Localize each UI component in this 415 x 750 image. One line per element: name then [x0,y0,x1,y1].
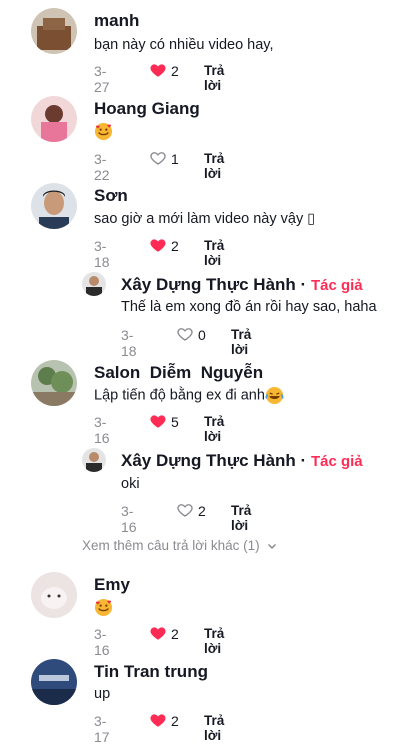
heart-outline-icon[interactable] [149,149,167,167]
avatar[interactable] [31,8,77,54]
heart-filled-icon[interactable] [149,61,167,79]
reply-button[interactable]: Trả lời [204,63,224,93]
comment-author[interactable]: Xây Dựng Thực Hành · Tác giả [121,451,363,471]
like-count: 5 [171,414,179,430]
avatar[interactable] [31,659,77,705]
comment-author[interactable]: Xây Dựng Thực Hành · Tác giả [121,275,363,295]
avatar[interactable] [31,96,77,142]
reply-button[interactable]: Trả lời [204,414,224,444]
comment-text: sao giờ a mới làm video này vậy ▯ [94,211,316,227]
like-count: 2 [198,503,206,519]
comment-date: 3-27 [94,63,110,95]
heart-outline-icon[interactable] [176,325,194,343]
author-badge: Tác giả [310,277,363,294]
comment-author[interactable]: Salon Diễm Nguyễn [94,363,263,383]
comment-author[interactable]: Emy [94,575,130,595]
reply-button[interactable]: Trả lời [204,238,224,268]
comment-text: Lập tiến độ bằng ex đi anh [94,386,284,405]
comment-date: 3-16 [121,503,137,535]
reply-button[interactable]: Trả lời [231,327,251,357]
view-more-replies-button[interactable]: Xem thêm câu trả lời khác (1) [82,538,278,553]
like-count: 2 [171,238,179,254]
like-count: 0 [198,327,206,343]
reply-button[interactable]: Trả lời [204,626,224,656]
comment-date: 3-16 [94,626,110,658]
smiling-face-with-hearts-icon [94,598,113,617]
comment-author[interactable]: manh [94,11,139,31]
heart-filled-icon[interactable] [149,236,167,254]
avatar[interactable] [31,360,77,406]
comment-author[interactable]: Hoang Giang [94,99,200,119]
comment-text: bạn này có nhiều video hay, [94,37,274,53]
comment-date: 3-16 [94,414,110,446]
face-with-tears-of-joy-icon [265,386,284,405]
comment-text: oki [121,476,140,492]
heart-filled-icon[interactable] [149,412,167,430]
avatar[interactable] [82,272,106,296]
comment-date: 3-18 [94,238,110,270]
heart-filled-icon[interactable] [149,624,167,642]
avatar[interactable] [31,572,77,618]
comment-text [94,598,113,617]
reply-button[interactable]: Trả lời [204,151,224,181]
smiling-face-with-hearts-icon [94,122,113,141]
author-badge: Tác giả [310,453,363,470]
chevron-down-icon [268,544,277,550]
like-count: 1 [171,151,179,167]
avatar[interactable] [31,183,77,229]
comment-text: Thế là em xong đồ án rồi hay sao, haha [121,299,377,315]
reply-button[interactable]: Trả lời [204,713,224,743]
like-count: 2 [171,626,179,642]
like-count: 2 [171,63,179,79]
comment-date: 3-18 [121,327,137,359]
comment-date: 3-17 [94,713,110,745]
heart-filled-icon[interactable] [149,711,167,729]
comment-author[interactable]: Sơn [94,186,128,206]
avatar[interactable] [82,448,106,472]
reply-button[interactable]: Trả lời [231,503,251,533]
like-count: 2 [171,713,179,729]
comment-text [94,122,113,141]
heart-outline-icon[interactable] [176,501,194,519]
comment-date: 3-22 [94,151,110,183]
comment-author[interactable]: Tin Tran trung [94,662,208,682]
comment-text: up [94,686,111,702]
